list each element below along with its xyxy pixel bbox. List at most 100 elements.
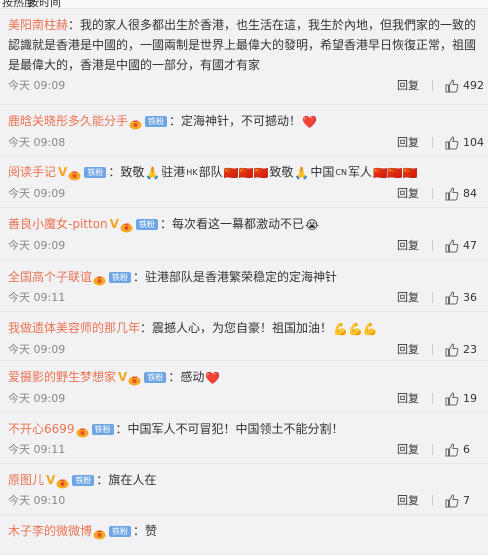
pray-emoji: 🙏 bbox=[294, 165, 310, 180]
comment-time: 今天 09:09 bbox=[8, 342, 66, 356]
fire-fan-icon bbox=[68, 167, 81, 181]
fire-fan-icon bbox=[128, 372, 141, 386]
comment-username[interactable]: 原图儿 bbox=[8, 473, 44, 487]
comment-meta: 今天 09:09 回复 47 bbox=[8, 235, 480, 257]
comment-item: 美阳南柱赫：我的家人很多都出生於香港，也生活在這，我生於內地，但我們家的一致的認… bbox=[0, 9, 488, 105]
fire-fan-icon bbox=[56, 475, 69, 489]
comment-text: 中国 bbox=[310, 165, 335, 179]
emoji: 😭 bbox=[304, 217, 319, 232]
verified-v-badge: V bbox=[118, 370, 128, 384]
reply-button[interactable]: 回复 bbox=[397, 287, 419, 309]
fan-badge: 铁粉 bbox=[109, 272, 132, 283]
verified-v-badge: V bbox=[46, 473, 56, 487]
comment-time: 今天 09:09 bbox=[8, 391, 66, 405]
fan-badge: 铁粉 bbox=[109, 526, 132, 537]
comment-item: 鹿晗关晓彤多久能分手 铁粉 ：定海神针，不可撼动！❤️ 今天 09:08 回复 104 bbox=[0, 105, 488, 156]
comment-username[interactable]: 善良小魔女-pitton bbox=[8, 217, 108, 231]
comment-text-line: 是最偉大的，香港是中國的一部分，有國才有家 bbox=[8, 58, 261, 72]
comment-body: 木子李的微微博 铁粉 ：赞 bbox=[8, 521, 480, 541]
comment-username[interactable]: 阅读手记 bbox=[8, 165, 56, 179]
comment-item: 善良小魔女-pitton V 铁粉 ：每次看这一幕都激动不已😭 今天 09:09 回复 47 bbox=[0, 208, 488, 261]
fan-badge: 铁粉 bbox=[91, 424, 114, 435]
comment-meta: 今天 09:09 回复 492 bbox=[8, 75, 484, 97]
comment-body: 我做遗体美容师的那几年：震撼人心，为您自豪！祖国加油！💪💪💪 bbox=[8, 318, 480, 339]
comment-text: ：赞 bbox=[133, 524, 158, 538]
comment-username[interactable]: 木子李的微微博 bbox=[8, 524, 92, 538]
region-badge: CN bbox=[335, 167, 347, 177]
comment-time: 今天 09:11 bbox=[8, 443, 66, 456]
thumbs-up-icon[interactable] bbox=[445, 238, 459, 253]
comment-text: ：驻港部队是香港繁荣稳定的定海神针 bbox=[133, 270, 338, 284]
reply-button[interactable]: 回复 bbox=[397, 490, 419, 512]
comment-item: 阅读手记 V 铁粉 ：致敬🙏驻港HK部队🇨🇳🇨🇳🇨🇳致敬🙏中国CN军人🇨🇳🇨🇳🇨🇳 今天… bbox=[0, 156, 488, 208]
comment-time: 今天 09:08 bbox=[8, 135, 66, 149]
comment-time: 今天 09:09 bbox=[8, 186, 66, 200]
verified-v-badge: V bbox=[109, 217, 119, 231]
comment-time: 今天 09:11 bbox=[8, 291, 66, 304]
reply-button[interactable]: 回复 bbox=[397, 132, 419, 154]
thumbs-up-icon[interactable] bbox=[445, 79, 459, 93]
thumbs-up-icon[interactable] bbox=[445, 291, 459, 305]
like-count: 6 bbox=[463, 443, 470, 456]
like-count: 492 bbox=[463, 79, 484, 92]
comment-text: ：致敬 bbox=[108, 165, 145, 179]
comment-body: 不开心6699 铁粉 ：中国军人不可冒犯！中国领土不能分割！ bbox=[8, 419, 480, 439]
comment-username[interactable]: 我做遗体美容师的那几年 bbox=[8, 321, 140, 335]
reply-button[interactable]: 回复 bbox=[397, 388, 419, 410]
reply-button[interactable]: 回复 bbox=[397, 339, 419, 361]
comment-text: ：中国军人不可冒犯！中国领土不能分割！ bbox=[115, 422, 344, 436]
fan-badge: 铁粉 bbox=[145, 116, 168, 127]
fan-badge: 铁粉 bbox=[72, 475, 95, 486]
comment-username[interactable]: 爱摄影的野生梦想家 bbox=[8, 370, 116, 384]
comment-time: 今天 09:09 bbox=[8, 79, 66, 92]
comment-item: 爱摄影的野生梦想家 V 铁粉 ：感动❤️ 今天 09:09 回复 19 bbox=[0, 361, 488, 413]
comment-text-line: 認識就是香港是中國的，一國兩制是世界上最偉大的發明，希望香港早日恢復正常，祖國 bbox=[8, 38, 477, 52]
comment-meta: 今天 09:09 回复 19 bbox=[8, 388, 480, 410]
reply-button[interactable]: 回复 bbox=[397, 183, 419, 205]
comment-text: ：每次看这一幕都激动不已 bbox=[159, 217, 304, 231]
divider bbox=[432, 495, 433, 506]
comment-meta: 今天 09:09 回复 23 bbox=[8, 339, 480, 361]
divider bbox=[432, 343, 433, 355]
comment-time: 今天 09:10 bbox=[8, 494, 66, 507]
divider bbox=[432, 292, 433, 303]
divider bbox=[432, 187, 433, 199]
comment-text: ：旗在人在 bbox=[96, 473, 157, 487]
emoji: 💪💪💪 bbox=[333, 321, 378, 336]
thumbs-up-icon[interactable] bbox=[445, 135, 459, 150]
comment-body: 阅读手记 V 铁粉 ：致敬🙏驻港HK部队🇨🇳🇨🇳🇨🇳致敬🙏中国CN军人🇨🇳🇨🇳🇨🇳 bbox=[8, 162, 480, 183]
fan-badge: 铁粉 bbox=[144, 372, 167, 383]
emoji: ❤️ bbox=[205, 370, 221, 385]
comment-text: 军人 bbox=[347, 165, 372, 179]
flag-emojis: 🇨🇳🇨🇳🇨🇳 bbox=[372, 165, 418, 180]
reply-button[interactable]: 回复 bbox=[397, 439, 419, 461]
pray-emoji: 🙏 bbox=[145, 165, 161, 180]
thumbs-up-icon[interactable] bbox=[445, 494, 459, 508]
comment-username[interactable]: 不开心6699 bbox=[8, 422, 75, 436]
comment-text: 致敬 bbox=[269, 165, 294, 179]
comment-username[interactable]: 美阳南柱赫 bbox=[8, 18, 68, 32]
divider bbox=[432, 239, 433, 251]
thumbs-up-icon[interactable] bbox=[445, 342, 459, 357]
comment-username[interactable]: 全国高个子联谊 bbox=[8, 270, 92, 284]
like-count: 36 bbox=[463, 291, 477, 304]
fan-badge: 铁粉 bbox=[84, 167, 107, 178]
comment-body: 爱摄影的野生梦想家 V 铁粉 ：感动❤️ bbox=[8, 367, 480, 388]
fire-fan-icon bbox=[129, 116, 142, 130]
like-count: 104 bbox=[463, 135, 484, 149]
divider bbox=[432, 136, 433, 148]
reply-button[interactable]: 回复 bbox=[397, 235, 419, 257]
divider bbox=[432, 392, 433, 404]
reply-button[interactable]: 回复 bbox=[397, 75, 419, 97]
comment-text: ：定海神针，不可撼动！ bbox=[169, 114, 302, 128]
thumbs-up-icon[interactable] bbox=[445, 186, 459, 201]
thumbs-up-icon[interactable] bbox=[445, 443, 459, 457]
comment-username[interactable]: 鹿晗关晓彤多久能分手 bbox=[8, 114, 128, 128]
like-count: 19 bbox=[463, 391, 477, 405]
comment-item: 我做遗体美容师的那几年：震撼人心，为您自豪！祖国加油！💪💪💪 今天 09:09 回复… bbox=[0, 312, 488, 361]
comment-meta: 今天 09:11 回复 36 bbox=[8, 287, 480, 309]
thumbs-up-icon[interactable] bbox=[445, 391, 459, 406]
like-count: 47 bbox=[463, 238, 477, 252]
comment-body: 鹿晗关晓彤多久能分手 铁粉 ：定海神针，不可撼动！❤️ bbox=[8, 111, 480, 132]
fire-fan-icon bbox=[76, 424, 89, 438]
